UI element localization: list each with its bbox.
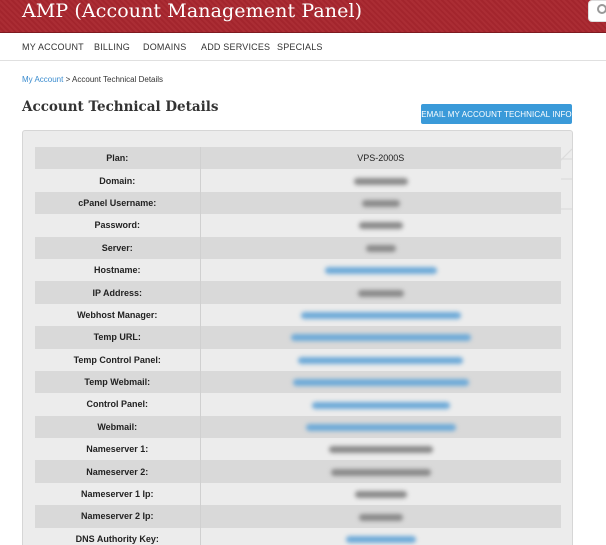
redacted-link-value[interactable] <box>311 401 450 409</box>
breadcrumb: My Account > Account Technical Details <box>22 75 163 84</box>
nav-item-domains[interactable]: DOMAINS <box>143 42 186 52</box>
table-row: Nameserver 1: <box>35 438 561 461</box>
row-label: Temp Webmail: <box>35 370 201 394</box>
table-row: Nameserver 1 Ip: <box>35 482 561 506</box>
row-label: Domain: <box>35 169 201 192</box>
table-row: Control Panel: <box>35 393 561 416</box>
breadcrumb-link-my-account[interactable]: My Account <box>22 75 63 84</box>
table-row: Plan: VPS-2000S <box>35 147 561 170</box>
search-icon <box>597 4 606 14</box>
table-row: Server: <box>35 236 561 259</box>
table-row: IP Address: <box>35 281 561 304</box>
redacted-link-value[interactable] <box>292 379 469 387</box>
main-nav: MY ACCOUNT BILLING DOMAINS ADD SERVICES … <box>0 34 606 61</box>
row-value <box>200 326 561 349</box>
row-label: Webmail: <box>35 415 201 439</box>
row-value <box>200 281 561 304</box>
table-row: cPanel Username: <box>35 191 561 215</box>
table-row: Nameserver 2 Ip: <box>35 505 561 528</box>
row-value <box>200 258 561 282</box>
nav-item-my-account[interactable]: MY ACCOUNT <box>22 42 84 52</box>
row-label: Nameserver 2: <box>35 460 201 483</box>
breadcrumb-separator: > <box>63 75 73 84</box>
redacted-value <box>357 289 404 297</box>
row-value <box>200 303 561 327</box>
nav-item-specials[interactable]: SPECIALS <box>277 42 323 52</box>
search-input[interactable] <box>588 0 606 22</box>
table-row: Nameserver 2: <box>35 460 561 483</box>
row-value <box>200 438 561 461</box>
redacted-value <box>354 491 407 499</box>
row-label: Webhost Manager: <box>35 303 201 327</box>
redacted-link-value[interactable] <box>290 334 471 342</box>
row-value <box>200 505 561 528</box>
plan-value: VPS-2000S <box>357 153 405 164</box>
row-label: IP Address: <box>35 281 201 304</box>
row-value <box>200 169 561 192</box>
app-title: AMP (Account Management Panel) <box>22 0 363 22</box>
row-value <box>200 370 561 394</box>
redacted-link-value[interactable] <box>345 535 416 543</box>
table-row: Temp Webmail: <box>35 370 561 394</box>
row-label: Control Panel: <box>35 393 201 416</box>
row-value <box>200 236 561 259</box>
redacted-value <box>330 468 431 476</box>
row-label: Nameserver 2 Ip: <box>35 505 201 528</box>
breadcrumb-current: Account Technical Details <box>72 75 164 84</box>
redacted-link-value[interactable] <box>305 424 456 431</box>
row-label: Plan: <box>35 147 201 170</box>
row-value <box>200 191 561 215</box>
row-label: Nameserver 1: <box>35 438 201 461</box>
table-row: Webhost Manager: <box>35 303 561 327</box>
table-row: Webmail: <box>35 415 561 439</box>
row-label: DNS Authority Key: <box>35 527 201 545</box>
redacted-value <box>361 200 400 208</box>
table-row: Domain: <box>35 169 561 192</box>
row-label: Server: <box>35 236 201 259</box>
row-value <box>200 482 561 506</box>
redacted-link-value[interactable] <box>298 356 464 364</box>
row-label: Password: <box>35 214 201 237</box>
row-value: VPS-2000S <box>200 147 561 170</box>
row-value <box>200 348 561 371</box>
row-label: Temp Control Panel: <box>35 348 201 371</box>
table-row: Password: <box>35 214 561 237</box>
row-label: Temp URL: <box>35 326 201 349</box>
header-bar: AMP (Account Management Panel) <box>0 0 606 33</box>
redacted-value <box>353 177 408 185</box>
details-panel: Plan: VPS-2000S Domain: cPanel Username: Pas… <box>22 130 573 545</box>
page-title: Account Technical Details <box>22 99 219 115</box>
row-value <box>200 393 561 416</box>
row-value <box>200 415 561 439</box>
row-label: Nameserver 1 Ip: <box>35 482 201 506</box>
row-value <box>200 214 561 237</box>
row-label: Hostname: <box>35 258 201 282</box>
redacted-value <box>358 222 403 230</box>
row-label: cPanel Username: <box>35 191 201 215</box>
redacted-value <box>328 446 433 454</box>
details-table: Plan: VPS-2000S Domain: cPanel Username: Pas… <box>35 147 561 545</box>
row-value <box>200 527 561 545</box>
redacted-link-value[interactable] <box>324 267 437 275</box>
row-value <box>200 460 561 483</box>
table-row: Temp Control Panel: <box>35 348 561 371</box>
email-technical-info-button[interactable]: EMAIL MY ACCOUNT TECHNICAL INFO <box>421 104 572 124</box>
nav-item-add-services[interactable]: ADD SERVICES <box>201 42 270 52</box>
table-row: Temp URL: <box>35 326 561 349</box>
table-row: Hostname: <box>35 258 561 282</box>
redacted-value <box>365 244 396 252</box>
nav-item-billing[interactable]: BILLING <box>94 42 130 52</box>
redacted-value <box>358 513 403 521</box>
redacted-link-value[interactable] <box>300 312 461 320</box>
table-row: DNS Authority Key: <box>35 527 561 545</box>
